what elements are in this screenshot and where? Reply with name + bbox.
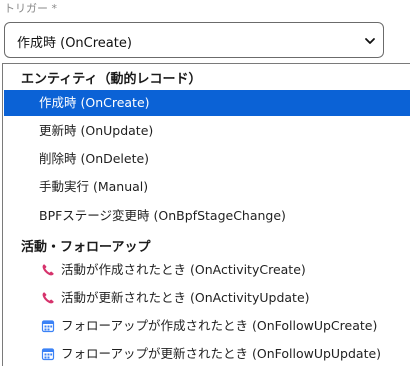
group-header-activity-followup: 活動・フォローアップ xyxy=(21,240,151,255)
option-on-update[interactable]: 更新時 (OnUpdate) xyxy=(4,118,410,144)
calendar-icon xyxy=(41,320,55,333)
option-on-activity-create[interactable]: 活動が作成されたとき (OnActivityCreate) xyxy=(4,257,410,283)
trigger-select-value: 作成時 (OnCreate) xyxy=(17,36,132,51)
option-label: 作成時 (OnCreate) xyxy=(39,95,150,110)
option-manual[interactable]: 手動実行 (Manual) xyxy=(4,174,410,200)
option-on-activity-update[interactable]: 活動が更新されたとき (OnActivityUpdate) xyxy=(4,285,410,311)
option-on-delete[interactable]: 削除時 (OnDelete) xyxy=(4,146,410,172)
option-label: BPFステージ変更時 (OnBpfStageChange) xyxy=(39,208,286,223)
option-label: 削除時 (OnDelete) xyxy=(39,151,150,166)
phone-icon xyxy=(42,264,54,276)
trigger-dropdown-list: エンティティ（動的レコード） 作成時 (OnCreate) 更新時 (OnUpd… xyxy=(2,63,410,366)
option-on-create[interactable]: 作成時 (OnCreate) xyxy=(4,90,410,116)
trigger-field-label: トリガー * xyxy=(4,2,57,15)
chevron-down-icon xyxy=(365,38,375,44)
option-label: 活動が作成されたとき (OnActivityCreate) xyxy=(61,262,306,277)
option-on-bpf-stage-change[interactable]: BPFステージ変更時 (OnBpfStageChange) xyxy=(4,203,410,229)
trigger-select[interactable]: 作成時 (OnCreate) xyxy=(4,22,384,58)
option-on-followup-update[interactable]: フォローアップが更新されたとき (OnFollowUpUpdate) xyxy=(4,341,410,367)
phone-icon xyxy=(42,292,54,304)
option-label: 活動が更新されたとき (OnActivityUpdate) xyxy=(61,290,310,305)
calendar-icon xyxy=(41,348,55,361)
option-on-followup-create[interactable]: フォローアップが作成されたとき (OnFollowUpCreate) xyxy=(4,313,410,339)
option-label: フォローアップが更新されたとき (OnFollowUpUpdate) xyxy=(61,346,382,361)
option-label: 手動実行 (Manual) xyxy=(39,179,149,194)
option-label: 更新時 (OnUpdate) xyxy=(39,123,154,138)
option-label: フォローアップが作成されたとき (OnFollowUpCreate) xyxy=(61,318,378,333)
group-header-entity: エンティティ（動的レコード） xyxy=(21,72,202,87)
